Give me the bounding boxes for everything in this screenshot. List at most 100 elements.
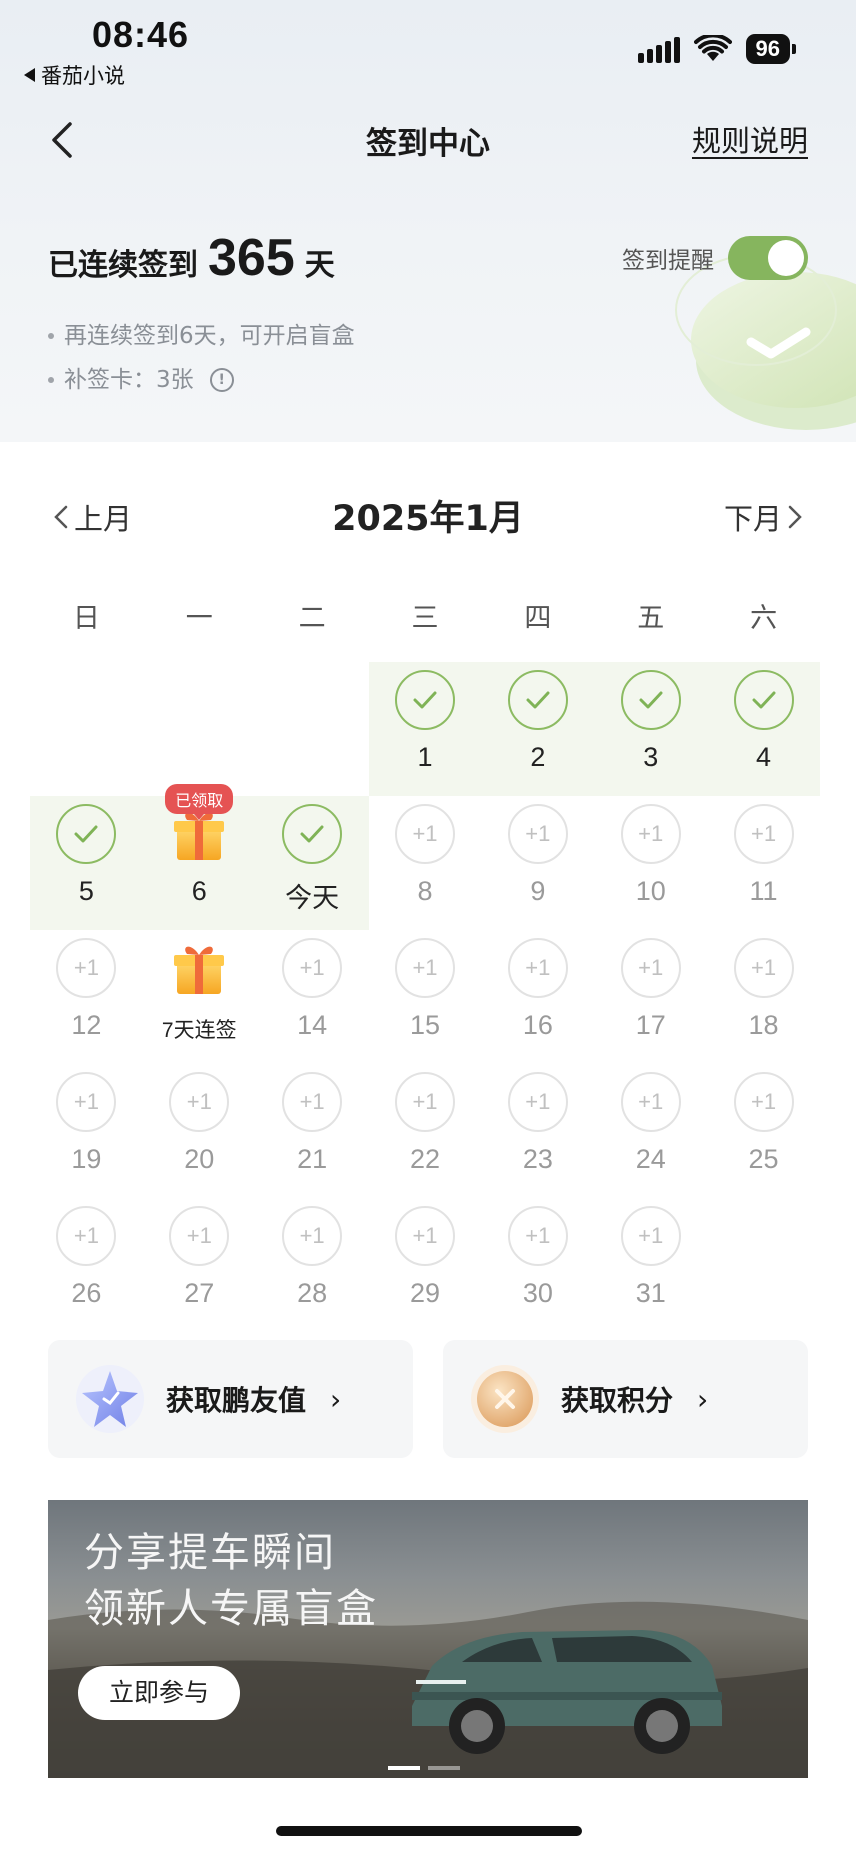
banner-title-line1: 分享提车瞬间 [84, 1530, 336, 1576]
day-label: 30 [522, 1278, 553, 1308]
info-icon[interactable]: ! [209, 368, 234, 392]
day-label: 29 [409, 1278, 441, 1308]
calendar-day: +1 23 [481, 1064, 594, 1198]
reminder-label: 签到提醒 [622, 248, 714, 274]
calendar-day[interactable]: 3 [594, 662, 708, 796]
streak-summary: 已连续签到 365 天 [48, 228, 335, 288]
day-label: 12 [71, 1010, 102, 1040]
reward-plus-one: +1 [56, 1206, 117, 1266]
day-label: 21 [297, 1144, 328, 1174]
day-label: 19 [71, 1144, 102, 1174]
checkmark-icon [56, 804, 117, 864]
day-label: 27 [184, 1278, 215, 1308]
calendar-day[interactable]: 已领取 6 [142, 784, 256, 930]
day-label: 10 [635, 876, 666, 906]
get-pengyou-value-card[interactable]: 获取鹏友值 › [48, 1340, 413, 1458]
calendar-day: +1 25 [707, 1064, 820, 1198]
calendar-day: +1 15 [369, 930, 482, 1064]
day-label: 15 [409, 1010, 441, 1040]
day-label: 1 [417, 742, 433, 772]
next-month-button[interactable]: 下月 [724, 496, 804, 538]
reward-plus-one: +1 [507, 804, 568, 864]
calendar-grid: 1 2 3 4 5 已领取 6 今天 +1 8 +1 9 +1 10 +1 11 +1 12 7天连签 +1 14 +1 1… [30, 662, 820, 1332]
claimed-badge: 已领取 [165, 784, 234, 820]
back-triangle-icon [24, 68, 35, 82]
calendar-day: +1 26 [30, 1198, 143, 1332]
bullet-icon [48, 333, 54, 339]
calendar-day[interactable]: 2 [481, 662, 595, 796]
day-label: 4 [756, 742, 772, 772]
day-label: 9 [530, 876, 546, 906]
rules-link[interactable]: 规则说明 [692, 118, 808, 160]
toggle-knob [768, 240, 804, 276]
calendar-day[interactable]: 5 [30, 796, 143, 930]
reward-plus-one: +1 [169, 1206, 230, 1266]
day-label: 2 [530, 742, 546, 772]
reward-plus-one: +1 [620, 938, 681, 998]
checkmark-icon [733, 670, 794, 730]
reward-plus-one: +1 [733, 804, 794, 864]
chevron-right-icon [788, 505, 802, 529]
reward-plus-one: +1 [620, 1206, 681, 1266]
streak-suffix: 天 [304, 248, 335, 283]
empty-cell [30, 662, 143, 796]
tips-list: 再连续签到6天，可开启盲盒 补签卡：3张 ! [48, 314, 355, 402]
calendar-day: +1 29 [369, 1198, 482, 1332]
calendar-day: +1 17 [594, 930, 707, 1064]
bullet-icon [48, 377, 54, 383]
day-label: 22 [409, 1144, 441, 1174]
calendar-day: +1 9 [481, 796, 594, 930]
calendar-day: +1 22 [369, 1064, 482, 1198]
reward-plus-one: +1 [169, 1072, 230, 1132]
reward-cards: 获取鹏友值 › 获取积分 › [48, 1340, 808, 1458]
join-now-button[interactable]: 立即参与 [78, 1666, 240, 1720]
reward-plus-one: +1 [56, 1072, 117, 1132]
checkmark-icon [394, 670, 455, 730]
chevron-right-icon: › [330, 1382, 342, 1416]
weekday-label: 六 [750, 603, 778, 634]
calendar-day: +1 12 [30, 930, 143, 1064]
promo-banner[interactable]: 分享提车瞬间 领新人专属盲盒 立即参与 [48, 1500, 808, 1778]
calendar-day[interactable]: 7天连签 [143, 930, 256, 1064]
calendar-day: +1 18 [707, 930, 820, 1064]
calendar-day: +1 20 [143, 1064, 256, 1198]
day-label: 17 [635, 1010, 666, 1040]
wifi-icon [693, 35, 732, 61]
day-label: 18 [748, 1010, 779, 1040]
weekday-label: 四 [524, 603, 552, 634]
get-points-card[interactable]: 获取积分 › [443, 1340, 808, 1458]
reward-plus-one: +1 [394, 938, 455, 998]
reward-plus-one: +1 [620, 1072, 681, 1132]
calendar-day[interactable]: 4 [707, 662, 820, 796]
calendar-day: +1 19 [30, 1064, 143, 1198]
reward-plus-one: +1 [507, 1072, 568, 1132]
reward-plus-one: +1 [394, 1206, 455, 1266]
status-time: 08:46 [92, 14, 190, 55]
checkmark-icon [282, 804, 343, 864]
chevron-right-icon: › [697, 1382, 709, 1416]
day-label: 7天连签 [161, 1019, 237, 1042]
home-indicator [276, 1826, 582, 1836]
reminder-toggle[interactable] [728, 236, 808, 280]
calendar-day[interactable]: 今天 [255, 796, 369, 930]
day-label: 今天 [285, 883, 340, 913]
tip-makeup-card-text: 补签卡：3张 [64, 367, 194, 393]
day-label: 31 [635, 1278, 666, 1308]
card-label: 获取鹏友值 [166, 1384, 307, 1417]
battery-tip [792, 44, 796, 54]
calendar-day: +1 24 [594, 1064, 707, 1198]
checkmark-icon [620, 670, 681, 730]
tip-blind-box: 再连续签到6天，可开启盲盒 [48, 314, 355, 358]
checkmark-icon [507, 670, 568, 730]
day-label: 11 [749, 876, 778, 906]
reward-plus-one: +1 [507, 1206, 568, 1266]
back-to-app-link[interactable]: 番茄小说 [24, 60, 125, 90]
tip-blind-box-text: 再连续签到6天，可开启盲盒 [64, 323, 355, 349]
calendar-day[interactable]: 1 [368, 662, 482, 796]
star-icon [76, 1365, 144, 1433]
reward-plus-one: +1 [394, 1072, 455, 1132]
day-label: 28 [297, 1278, 328, 1308]
calendar-day: +1 14 [256, 930, 369, 1064]
calendar-day: +1 21 [256, 1064, 369, 1198]
back-app-label: 番茄小说 [41, 64, 125, 88]
